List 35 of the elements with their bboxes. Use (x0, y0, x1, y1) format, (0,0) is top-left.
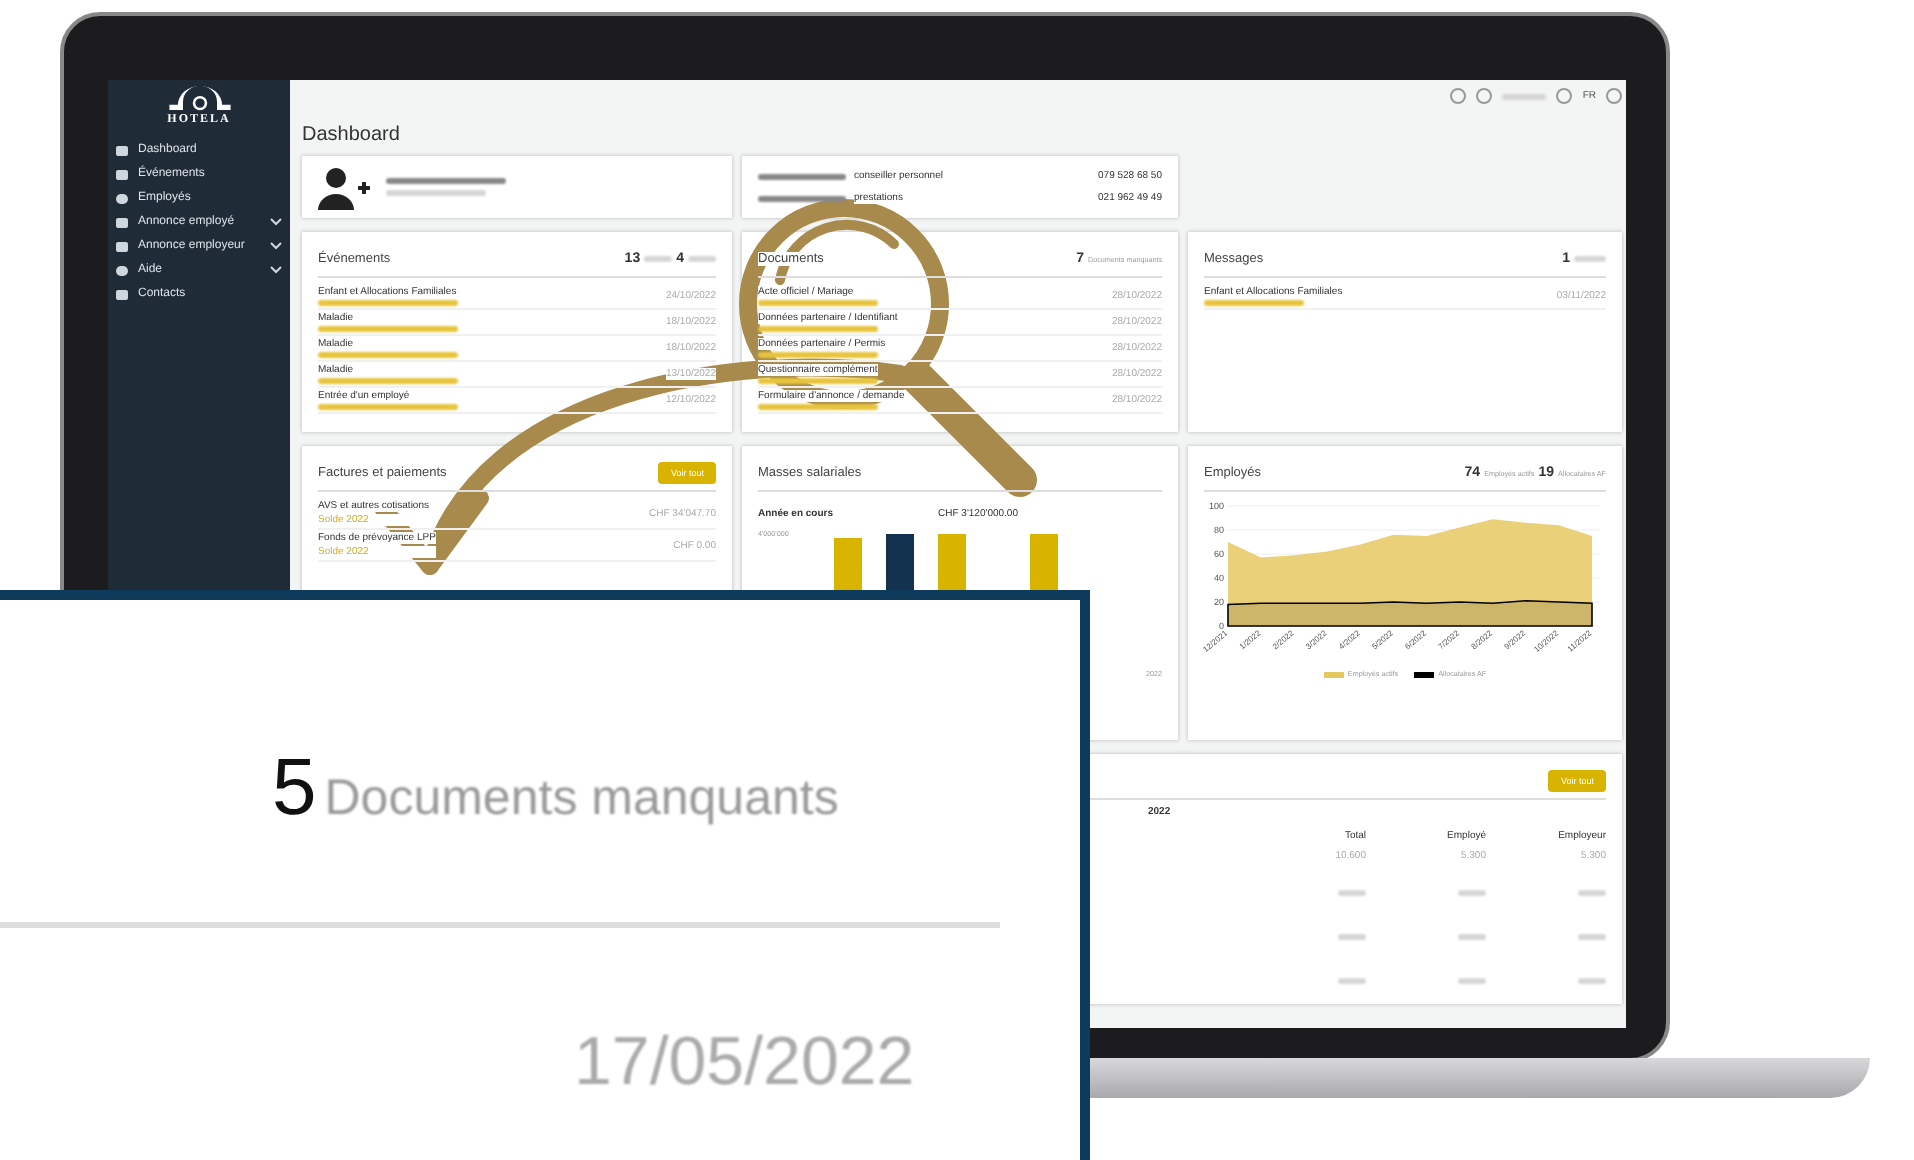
redacted-name (758, 326, 878, 332)
nav-icon (116, 145, 128, 155)
redacted-text (1338, 978, 1366, 984)
redacted-text (1458, 890, 1486, 896)
redacted-name (758, 404, 878, 410)
nav-icon (116, 265, 128, 275)
document-date: 17/05/2022 (574, 1024, 917, 1102)
redacted-text (1458, 934, 1486, 940)
page-title: Dashboard (302, 124, 402, 146)
redacted-name (758, 352, 878, 358)
logo-icon (165, 84, 233, 112)
redacted-name (758, 378, 878, 384)
redacted-name (318, 326, 458, 332)
redacted-text (1578, 978, 1606, 984)
redacted-name (758, 300, 878, 306)
redacted-name (318, 404, 458, 410)
redacted-text (758, 173, 846, 179)
count-label: Documents manquants (324, 770, 839, 828)
add-user-icon (318, 165, 370, 209)
redacted-name (318, 378, 458, 384)
redacted-text (1338, 934, 1366, 940)
redacted-name (1204, 300, 1304, 306)
redacted-text (1458, 978, 1486, 984)
nav-icon (116, 193, 128, 203)
nav-icon (116, 241, 128, 251)
nav-icon (116, 217, 128, 227)
count: 5 (272, 744, 317, 834)
redacted-text (758, 195, 846, 201)
nav-icon (116, 169, 128, 179)
redacted-text (1578, 934, 1606, 940)
redacted-text (1578, 890, 1606, 896)
redacted-name (318, 352, 458, 358)
nav-icon (116, 289, 128, 299)
redacted-name (318, 300, 458, 306)
redacted-text (1338, 890, 1366, 896)
